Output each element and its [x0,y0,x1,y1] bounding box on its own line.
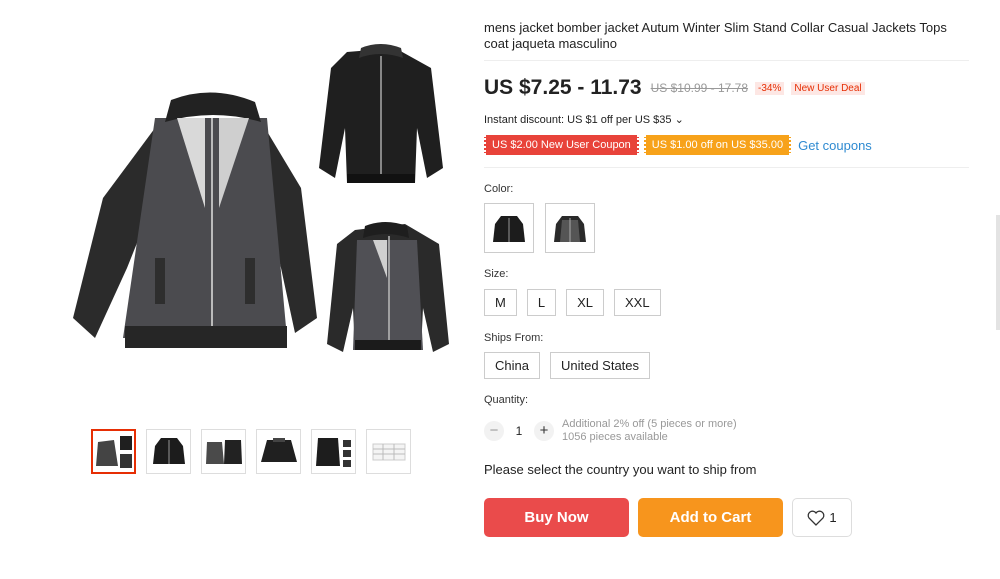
size-chart-thumb [372,443,405,460]
buy-now-button[interactable]: Buy Now [484,498,629,537]
scrollbar[interactable] [996,215,1000,330]
jacket-collage-image [73,44,449,352]
stock-available: 1056 pieces available [562,431,668,443]
thumbnail-grey-jacket-pair[interactable] [201,429,246,474]
black-jacket-thumb [152,437,185,464]
black-jacket-swatch [493,216,525,242]
thumbnail-jacket-back[interactable] [256,429,301,474]
size-label: Size: [484,268,509,280]
product-gallery [55,18,455,488]
color-swatches [484,203,595,253]
ship-country-message: Please select the country you want to sh… [484,462,757,477]
discount-badge: -34% [755,81,785,95]
wishlist-button[interactable]: 1 [792,498,852,537]
instant-discount[interactable]: Instant discount: US $1 off per US $35 ⌄ [484,113,684,126]
coupon-row: US $2.00 New User Coupon US $1.00 off on… [484,135,872,155]
main-product-image[interactable] [55,18,455,418]
price-row: US $7.25 - 11.73 US $10.99 - 17.78 -34% … [484,76,865,100]
action-buttons: Buy Now Add to Cart 1 [484,498,852,537]
store-coupon[interactable]: US $1.00 off on US $35.00 [643,135,792,155]
ships-from-united-states[interactable]: United States [549,352,651,379]
thumbnail-jacket-details[interactable] [311,429,356,474]
get-coupons-link[interactable]: Get coupons [798,138,872,153]
small-black-jacket-figure [319,44,443,183]
size-option-xl[interactable]: XL [566,289,604,316]
jacket-collage-thumb [95,435,132,468]
quantity-value[interactable]: 1 [504,424,534,438]
size-options: M L XL XXL [484,289,661,316]
color-swatch-black[interactable] [484,203,534,253]
grey-black-jacket-swatch [554,216,586,242]
new-user-deal-badge: New User Deal [791,81,865,95]
thumbnail-size-chart[interactable] [366,429,411,474]
size-option-xxl[interactable]: XXL [613,289,661,316]
ships-from-options: China United States [484,352,651,379]
ships-from-label: Ships From: [484,332,544,344]
jacket-details-thumb [315,437,351,467]
new-user-coupon[interactable]: US $2.00 New User Coupon [484,135,639,155]
thumbnail-strip [91,429,411,474]
color-swatch-grey[interactable] [545,203,595,253]
grey-jacket-pair-thumb [205,439,242,464]
sale-price: US $7.25 - 11.73 [484,76,642,99]
wishlist-count: 1 [829,510,837,525]
heart-icon [807,510,825,526]
thumbnail-black-jacket[interactable] [146,429,191,474]
original-price: US $10.99 - 17.78 [650,81,749,95]
product-title: mens jacket bomber jacket Autum Winter S… [484,20,947,51]
large-jacket-figure [73,92,317,348]
small-grey-jacket-figure [327,222,449,352]
jacket-back-thumb [260,437,297,462]
divider [484,167,969,168]
add-to-cart-button[interactable]: Add to Cart [638,498,783,537]
divider [484,60,969,61]
ships-from-china[interactable]: China [484,352,540,379]
color-label: Color: [484,183,514,195]
bulk-discount-note: Additional 2% off (5 pieces or more) [562,418,737,430]
size-option-l[interactable]: L [526,289,557,316]
thumbnail-collage[interactable] [91,429,136,474]
size-option-m[interactable]: M [484,289,517,316]
quantity-decrease-button[interactable]: − [484,421,504,441]
quantity-increase-button[interactable]: + [534,421,554,441]
quantity-note: Additional 2% off (5 pieces or more) 105… [562,418,737,444]
quantity-label: Quantity: [484,394,529,406]
quantity-stepper: − 1 + Additional 2% off (5 pieces or mor… [484,418,737,444]
